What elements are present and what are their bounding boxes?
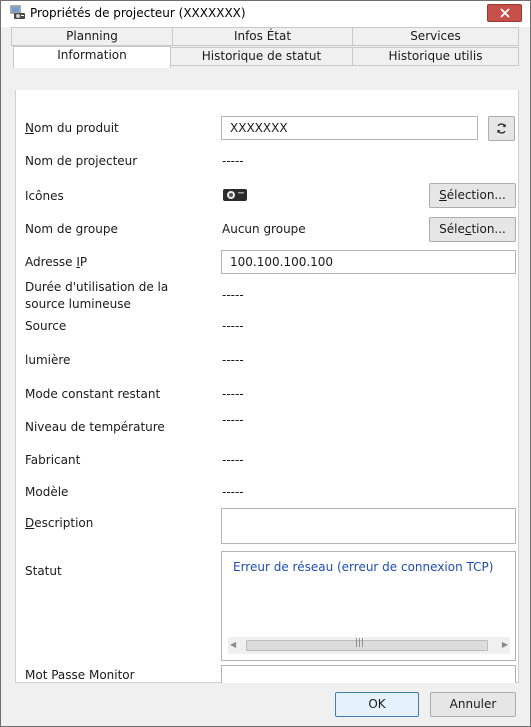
ip-address-label-rest: P [79, 255, 88, 269]
ip-address-label-pre: Adresse [25, 255, 77, 269]
projector-properties-dialog: Propriétés de projecteur (XXXXXXX) Plann… [0, 0, 531, 727]
title-bar: Propriétés de projecteur (XXXXXXX) [1, 1, 530, 27]
ok-button[interactable]: OK [335, 692, 419, 717]
source-label: Source [25, 319, 67, 333]
model-label: Modèle [25, 485, 69, 499]
light-label: lumière [25, 353, 71, 367]
status-label: Statut [25, 564, 62, 578]
light-value: ----- [222, 353, 244, 367]
icon-selection-text: élection... [446, 188, 506, 202]
scroll-left-icon[interactable]: ◀ [230, 640, 236, 649]
monitor-password-input[interactable] [221, 665, 516, 683]
manufacturer-label: Fabricant [25, 453, 81, 467]
constant-mode-value: ----- [222, 387, 244, 401]
tab-historique-utilis[interactable]: Historique utilis [352, 47, 519, 66]
product-name-input[interactable]: XXXXXXX [221, 116, 478, 140]
scrollbar-thumb[interactable]: ||| [246, 638, 488, 651]
product-name-label-text: om du produit [33, 121, 119, 135]
scrollbar-grip-icon: ||| [355, 638, 365, 648]
light-source-usage-label-line2: source lumineuse [25, 297, 131, 311]
product-name-label-mnemonic: N [25, 121, 34, 135]
status-horizontal-scrollbar[interactable]: ◀ ||| ▶ [228, 637, 510, 654]
projector-properties-icon [10, 5, 26, 21]
manufacturer-value: ----- [222, 453, 244, 467]
temperature-level-value: ----- [222, 413, 244, 427]
scroll-right-icon[interactable]: ▶ [502, 640, 508, 649]
close-icon [500, 8, 510, 18]
icon-selection-mnemonic: S [439, 188, 447, 202]
status-text: Erreur de réseau (erreur de connexion TC… [233, 560, 494, 574]
ip-address-input[interactable]: 100.100.100.100 [221, 250, 516, 274]
temperature-level-label: Niveau de température [25, 420, 165, 434]
projector-name-value: ----- [222, 154, 244, 168]
tab-historique-de-statut[interactable]: Historique de statut [170, 47, 353, 66]
description-label-mnemonic: D [25, 516, 35, 530]
tab-services[interactable]: Services [352, 27, 519, 46]
group-selection-text-pre: Séle [439, 222, 465, 236]
group-name-value: Aucun groupe [222, 222, 306, 236]
dialog-footer: OK Annuler [1, 683, 530, 726]
tab-infos-etat[interactable]: Infos État [172, 27, 353, 46]
monitor-password-label: Mot Passe Monitor [25, 668, 135, 682]
source-value: ----- [222, 319, 244, 333]
description-input[interactable] [221, 508, 516, 544]
tab-information[interactable]: Information [13, 46, 171, 68]
group-name-label: Nom de groupe [25, 222, 118, 236]
icon-selection-button[interactable]: Sélection... [429, 183, 516, 208]
group-selection-button[interactable]: Sélection... [429, 217, 516, 242]
window-title: Propriétés de projecteur (XXXXXXX) [30, 6, 246, 20]
model-value: ----- [222, 485, 244, 499]
refresh-button[interactable] [488, 116, 515, 141]
light-source-usage-value: ----- [222, 288, 244, 302]
icons-label: Icônes [25, 189, 64, 203]
status-textbox[interactable]: Erreur de réseau (erreur de connexion TC… [221, 551, 516, 661]
light-source-usage-label-line1: Durée d'utilisation de la [25, 280, 169, 294]
close-button[interactable] [487, 4, 522, 22]
projector-icon [222, 187, 248, 206]
ip-address-label: Adresse IP [25, 255, 87, 269]
light-source-usage-label: Durée d'utilisation de la source lumineus… [25, 279, 168, 313]
group-selection-text-rest: tion... [471, 222, 506, 236]
refresh-icon [497, 123, 506, 134]
description-label-text: escription [34, 516, 94, 530]
projector-name-label: Nom de projecteur [25, 154, 138, 168]
cancel-button[interactable]: Annuler [430, 692, 516, 717]
product-name-label: Nom du produit [25, 121, 119, 135]
tab-planning[interactable]: Planning [11, 27, 173, 46]
description-label: Description [25, 516, 93, 530]
tab-strip: Planning Infos État Services Information… [1, 27, 530, 91]
constant-mode-label: Mode constant restant [25, 387, 161, 401]
